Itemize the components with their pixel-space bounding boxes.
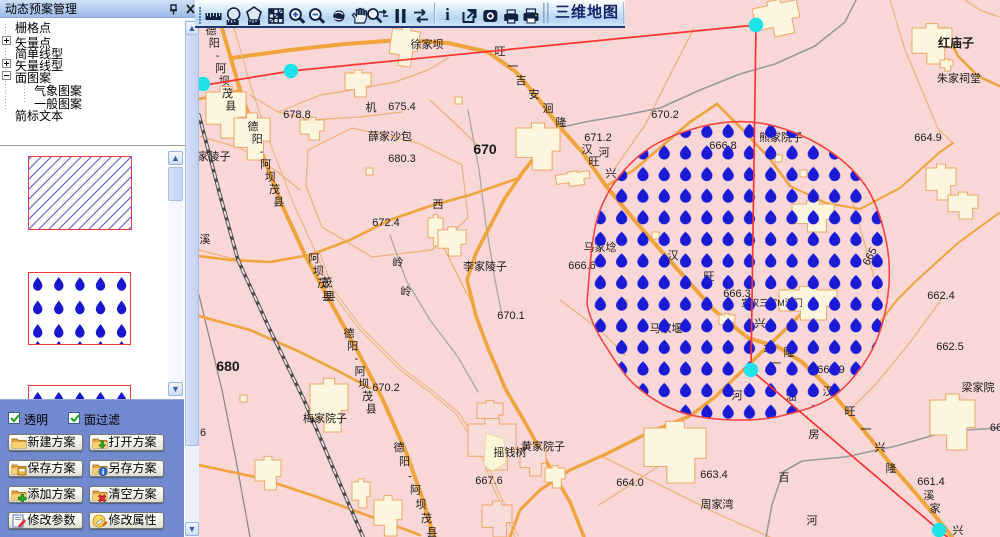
svg-text:680: 680 bbox=[216, 358, 240, 374]
svg-text:家陵子: 家陵子 bbox=[199, 149, 231, 163]
svg-text:隆: 隆 bbox=[886, 461, 897, 475]
svg-text:一: 一 bbox=[861, 424, 872, 436]
svg-text:阿: 阿 bbox=[260, 158, 271, 171]
svg-text:阿: 阿 bbox=[355, 365, 366, 378]
svg-text:672.4: 672.4 bbox=[372, 217, 400, 229]
svg-text:-: - bbox=[260, 146, 264, 158]
svg-text:德: 德 bbox=[344, 326, 355, 340]
svg-text:一: 一 bbox=[508, 61, 519, 73]
svg-text:662.4: 662.4 bbox=[927, 290, 955, 302]
svg-text:阿: 阿 bbox=[309, 252, 320, 265]
svg-text:671.2: 671.2 bbox=[584, 132, 612, 144]
svg-text:溪: 溪 bbox=[200, 233, 211, 246]
svg-text:徐家坝: 徐家坝 bbox=[411, 37, 444, 51]
svg-text:周家湾: 周家湾 bbox=[701, 497, 734, 511]
svg-text:红庙子: 红庙子 bbox=[938, 35, 974, 50]
svg-text:阿: 阿 bbox=[215, 62, 226, 75]
svg-text:茂: 茂 bbox=[317, 276, 328, 290]
svg-text:吉: 吉 bbox=[516, 74, 527, 87]
svg-text:朱家祠堂: 朱家祠堂 bbox=[937, 71, 981, 85]
svg-text:黄家院子: 黄家院子 bbox=[521, 439, 565, 453]
svg-text:百: 百 bbox=[779, 472, 790, 484]
svg-text:茂: 茂 bbox=[421, 511, 432, 525]
svg-text:663.4: 663.4 bbox=[700, 469, 728, 481]
svg-text:阳: 阳 bbox=[399, 455, 410, 468]
svg-text:-: - bbox=[408, 470, 412, 482]
svg-text:西: 西 bbox=[433, 199, 444, 211]
svg-text:茂: 茂 bbox=[362, 389, 373, 403]
svg-text:县: 县 bbox=[366, 403, 377, 416]
svg-text:县: 县 bbox=[273, 196, 284, 209]
svg-text:旺: 旺 bbox=[589, 156, 600, 168]
svg-text:岭: 岭 bbox=[401, 284, 412, 298]
svg-text:680.3: 680.3 bbox=[388, 153, 416, 165]
svg-text:旺: 旺 bbox=[845, 406, 856, 418]
svg-text:-: - bbox=[355, 353, 359, 365]
svg-text:坝: 坝 bbox=[358, 376, 369, 390]
svg-text:678.8: 678.8 bbox=[283, 109, 311, 121]
svg-text:薛家沙包: 薛家沙包 bbox=[368, 129, 412, 143]
svg-text:670: 670 bbox=[473, 141, 497, 157]
svg-text:机: 机 bbox=[366, 100, 377, 114]
svg-text:670.1: 670.1 bbox=[497, 310, 525, 322]
svg-text:坝: 坝 bbox=[219, 73, 230, 87]
svg-text:梅家院子: 梅家院子 bbox=[303, 411, 347, 425]
svg-text:670.2: 670.2 bbox=[651, 109, 679, 121]
svg-text:662.5: 662.5 bbox=[936, 341, 964, 353]
svg-text:兴: 兴 bbox=[875, 441, 886, 454]
svg-text:溪: 溪 bbox=[924, 489, 935, 502]
svg-text:675.4: 675.4 bbox=[388, 101, 416, 113]
svg-text:阳: 阳 bbox=[252, 133, 263, 146]
svg-text:坝: 坝 bbox=[265, 169, 276, 183]
svg-text:664.0: 664.0 bbox=[616, 477, 644, 489]
svg-text:德: 德 bbox=[394, 440, 405, 454]
svg-text:茂: 茂 bbox=[269, 182, 280, 196]
svg-text:县: 县 bbox=[225, 100, 236, 113]
svg-text:兴: 兴 bbox=[953, 524, 964, 537]
svg-text:河: 河 bbox=[807, 514, 818, 527]
svg-text:661.4: 661.4 bbox=[917, 476, 945, 488]
svg-text:李家陵子: 李家陵子 bbox=[463, 259, 507, 273]
svg-text:坝: 坝 bbox=[313, 264, 324, 278]
svg-text:6: 6 bbox=[200, 427, 206, 439]
svg-text:隆: 隆 bbox=[556, 115, 567, 129]
svg-text:德: 德 bbox=[248, 119, 259, 133]
svg-text:阿: 阿 bbox=[410, 484, 421, 497]
svg-text:安: 安 bbox=[529, 87, 540, 101]
svg-text:阳: 阳 bbox=[347, 340, 358, 353]
svg-text:梁家院: 梁家院 bbox=[962, 380, 995, 394]
svg-text:664.9: 664.9 bbox=[914, 132, 942, 144]
svg-text:洄: 洄 bbox=[543, 102, 554, 115]
svg-text:岭: 岭 bbox=[393, 255, 404, 269]
svg-text:i: i bbox=[445, 5, 450, 24]
svg-text:66: 66 bbox=[990, 422, 1000, 434]
svg-text:兴: 兴 bbox=[606, 167, 617, 180]
svg-text:旺: 旺 bbox=[495, 46, 506, 58]
svg-text:汉: 汉 bbox=[582, 143, 593, 156]
svg-text:县: 县 bbox=[427, 526, 438, 537]
svg-text:坝: 坝 bbox=[416, 497, 427, 511]
svg-text:670.2: 670.2 bbox=[372, 382, 400, 394]
svg-text:房: 房 bbox=[809, 428, 820, 441]
svg-text:县: 县 bbox=[322, 290, 333, 303]
svg-text:-: - bbox=[216, 50, 220, 62]
svg-text:茂: 茂 bbox=[222, 86, 233, 100]
svg-text:家: 家 bbox=[930, 501, 941, 515]
svg-text:667.6: 667.6 bbox=[475, 475, 503, 487]
svg-text:阳: 阳 bbox=[209, 37, 220, 50]
svg-text:河: 河 bbox=[599, 146, 610, 159]
